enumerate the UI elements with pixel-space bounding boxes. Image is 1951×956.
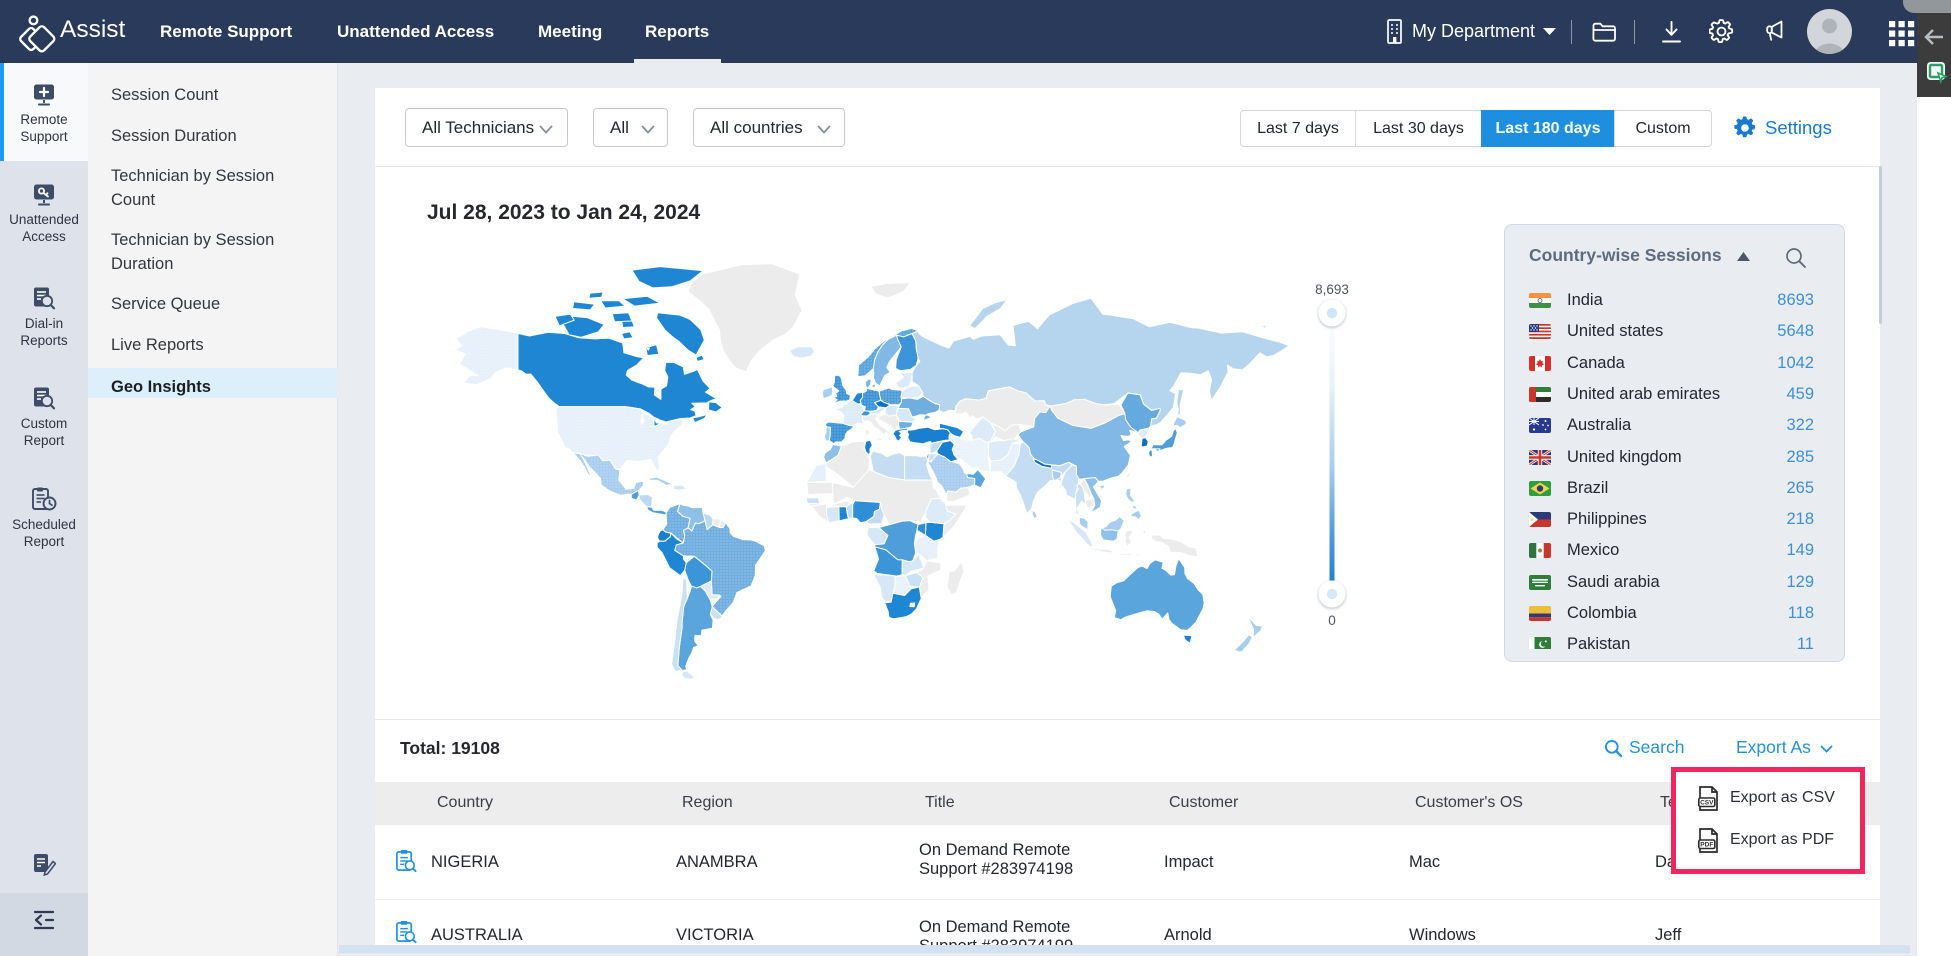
svg-text:8,693: 8,693 <box>1315 282 1349 297</box>
svg-text:0: 0 <box>1328 613 1336 628</box>
